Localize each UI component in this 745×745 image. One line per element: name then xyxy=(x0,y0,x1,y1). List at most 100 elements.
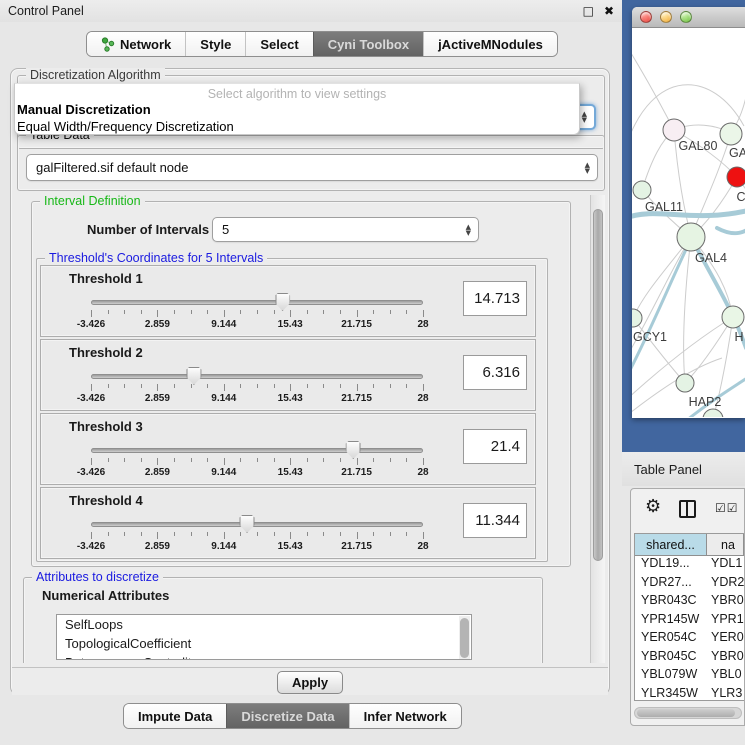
threshold-value-field[interactable]: 14.713 xyxy=(463,281,527,316)
threshold-value-field[interactable]: 6.316 xyxy=(463,355,527,390)
tab-label: Select xyxy=(260,37,298,52)
attributes-scrollbar[interactable] xyxy=(459,616,470,660)
discretization-algorithm-legend: Discretization Algorithm xyxy=(26,68,165,82)
threshold-value-field[interactable]: 21.4 xyxy=(463,429,527,464)
node-label: GAL80 xyxy=(679,139,718,153)
close-icon[interactable]: ✖ xyxy=(604,5,614,17)
slider-thumb[interactable] xyxy=(186,367,201,385)
float-window-icon[interactable]: □ xyxy=(583,5,594,17)
attribute-items: SelfLoopsTopologicalCoefficientBetweenne… xyxy=(57,615,471,660)
table-row[interactable]: YPR145WYPR1 xyxy=(635,612,744,631)
network-node[interactable] xyxy=(727,167,745,187)
control-panel: Control Panel □ ✖ NetworkStyle Select Cyni… xyxy=(0,0,622,745)
gear-icon[interactable]: ⚙ xyxy=(645,498,661,516)
threshold-slider[interactable]: -3.4262.8599.14415.4321.71528 xyxy=(91,440,423,482)
tab-style[interactable]: Style xyxy=(185,32,245,56)
node-label: GAL4 xyxy=(695,251,727,265)
slider-thumb[interactable] xyxy=(275,293,290,311)
numerical-attributes-list[interactable]: SelfLoopsTopologicalCoefficientBetweenne… xyxy=(56,614,472,660)
table-cell: YDR27... xyxy=(635,575,707,594)
network-node-hap2[interactable] xyxy=(676,374,694,392)
attributes-legend: Attributes to discretize xyxy=(32,570,163,584)
table-cell: YDR2 xyxy=(707,575,744,594)
network-node[interactable] xyxy=(703,409,723,417)
network-edge xyxy=(685,317,733,383)
checkbox-icons[interactable]: ☑☑ xyxy=(715,501,739,515)
table-row[interactable]: YBL079WYBL0 xyxy=(635,667,744,686)
vertical-scrollbar[interactable] xyxy=(590,195,605,663)
slider-thumb[interactable] xyxy=(240,515,255,533)
node-label: HAP2 xyxy=(689,395,722,409)
network-window: GAL80GACGAL11GAL4GCY1HHAP2 xyxy=(632,7,745,418)
table-row[interactable]: YLR345WYLR3 xyxy=(635,686,744,702)
threshold-label: Threshold 2 xyxy=(69,345,143,360)
algorithm-dropdown-popup: Select algorithm to view settings Manual… xyxy=(14,83,580,135)
attribute-item-betweennesscentrality[interactable]: BetweennessCentrality xyxy=(57,653,471,660)
node-label: GA xyxy=(729,146,745,160)
column-header-1[interactable]: shared... xyxy=(635,534,707,555)
control-panel-titlebar: Control Panel □ ✖ xyxy=(0,0,622,22)
table-cell: YBR043C xyxy=(635,593,707,612)
table-row[interactable]: YER054CYER0 xyxy=(635,630,744,649)
tab-impute-data[interactable]: Impute Data xyxy=(124,704,226,728)
network-node-gcy1[interactable] xyxy=(632,309,642,327)
number-of-intervals-combo[interactable]: 5 ▲▼ xyxy=(212,217,479,242)
attributes-group: Attributes to discretize Numerical Attri… xyxy=(23,577,543,663)
threshold-value-field[interactable]: 11.344 xyxy=(463,503,527,538)
network-graph[interactable]: GAL80GACGAL11GAL4GCY1HHAP2 xyxy=(632,28,745,417)
tab-infer-network[interactable]: Infer Network xyxy=(349,704,461,728)
close-traffic-light[interactable] xyxy=(640,11,652,23)
threshold-slider[interactable]: -3.4262.8599.14415.4321.71528 xyxy=(91,366,423,408)
tab-label: Infer Network xyxy=(364,709,447,724)
table-row[interactable]: YBR043CYBR0 xyxy=(635,593,744,612)
tab-select[interactable]: Select xyxy=(245,32,312,56)
table-cell: YER054C xyxy=(635,630,707,649)
table-cell: YDL19... xyxy=(635,556,707,575)
scrollbar-thumb[interactable] xyxy=(637,709,735,717)
horizontal-scrollbar[interactable] xyxy=(634,707,742,719)
node-label: H xyxy=(734,330,743,344)
table-row[interactable]: YBR045CYBR0 xyxy=(635,649,744,668)
tab-discretize-data[interactable]: Discretize Data xyxy=(226,704,348,728)
attribute-item-selfloops[interactable]: SelfLoops xyxy=(57,615,471,634)
table-row[interactable]: YDR27...YDR2 xyxy=(635,575,744,594)
tab-jactivemnodules[interactable]: jActiveMNodules xyxy=(423,32,557,56)
slider-ticks xyxy=(91,532,423,540)
network-node[interactable] xyxy=(633,181,651,199)
network-node[interactable] xyxy=(720,123,742,145)
tab-label: jActiveMNodules xyxy=(438,37,543,52)
table-body: YDL19...YDL1YDR27...YDR2YBR043CYBR0YPR14… xyxy=(635,556,744,701)
network-canvas[interactable]: GAL80GACGAL11GAL4GCY1HHAP2 xyxy=(632,28,745,417)
network-node-gal80[interactable] xyxy=(663,119,685,141)
menu-item-manual-discretization[interactable]: Manual Discretization xyxy=(15,101,579,118)
threshold-panel-threshold-4: Threshold 4 -3.4262.8599.14415.4321.71528… xyxy=(40,487,536,559)
menu-item-equal-width-frequency[interactable]: Equal Width/Frequency Discretization xyxy=(15,118,579,135)
algorithm-hint: Select algorithm to view settings xyxy=(15,84,579,101)
thresholds-legend: Threshold's Coordinates for 5 Intervals xyxy=(45,251,267,265)
network-node[interactable] xyxy=(722,306,744,328)
slider-track xyxy=(91,300,423,305)
table-cell: YER0 xyxy=(707,630,744,649)
apply-button[interactable]: Apply xyxy=(277,671,343,694)
zoom-traffic-light[interactable] xyxy=(680,11,692,23)
table-panel-card: ⚙ ☑☑ shared...na YDL19...YDL1YDR27...YDR… xyxy=(630,488,745,726)
threshold-label: Threshold 4 xyxy=(69,493,143,508)
column-header-2[interactable]: na xyxy=(707,534,744,555)
network-window-titlebar xyxy=(632,7,745,28)
attribute-item-topologicalcoefficient[interactable]: TopologicalCoefficient xyxy=(57,634,471,653)
slider-thumb[interactable] xyxy=(346,441,361,459)
table-cell: YPR145W xyxy=(635,612,707,631)
tab-cyni-toolbox[interactable]: Cyni Toolbox xyxy=(313,32,423,56)
network-node-gal4[interactable] xyxy=(677,223,705,251)
tab-network[interactable]: Network xyxy=(87,32,185,56)
threshold-slider[interactable]: -3.4262.8599.14415.4321.71528 xyxy=(91,514,423,556)
table-row[interactable]: YDL19...YDL1 xyxy=(635,556,744,575)
table-data-combo[interactable]: galFiltered.sif default node ▲▼ xyxy=(26,154,598,181)
thresholds-group: Threshold's Coordinates for 5 Intervals … xyxy=(36,258,548,562)
scrollbar-thumb[interactable] xyxy=(593,209,603,561)
column-layout-icon[interactable] xyxy=(679,500,696,518)
threshold-slider[interactable]: -3.4262.8599.14415.4321.71528 xyxy=(91,292,423,334)
minimize-traffic-light[interactable] xyxy=(660,11,672,23)
node-table[interactable]: shared...na YDL19...YDL1YDR27...YDR2YBR0… xyxy=(634,533,744,701)
scrollbar-thumb[interactable] xyxy=(460,618,469,658)
